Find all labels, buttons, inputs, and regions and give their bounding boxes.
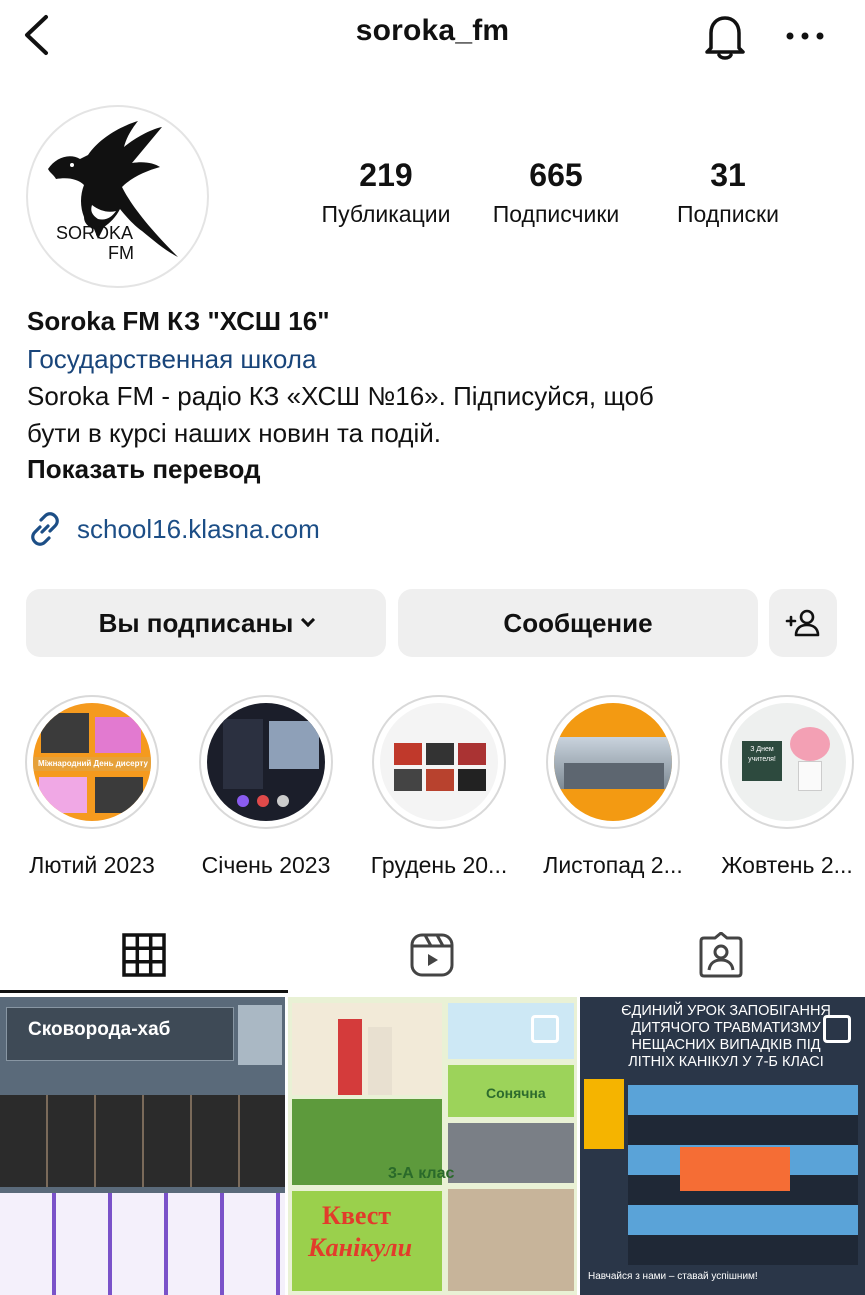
profile-avatar[interactable]: SOROKA FM [26,105,209,288]
highlight-cover [554,703,672,821]
tab-tagged[interactable] [577,915,865,995]
tab-posts-grid[interactable] [0,915,288,995]
profile-display-name: Soroka FM КЗ "ХСШ 16" [27,306,330,336]
post-text: Сонячна [486,1085,546,1101]
post-footer: Навчайся з нами – ставай успішним! [588,1271,758,1282]
message-button-label: Сообщение [503,607,653,638]
more-icon [786,32,824,40]
highlight-ring [372,695,506,829]
show-translation-link[interactable]: Показать перевод [27,450,847,488]
chevron-left-icon [25,15,48,55]
profile-category[interactable]: Государственная школа [27,340,847,378]
highlight-ring [199,695,333,829]
post-text: Канікули [308,1233,413,1262]
following-count[interactable]: 31 Подписки [648,155,808,233]
following-value: 31 [710,157,746,193]
active-tab-indicator [0,990,288,993]
post-text: Квест [322,1201,392,1230]
reels-icon [410,933,454,977]
posts-value: 219 [359,157,413,193]
post-heading-line: НЕЩАСНИХ ВИПАДКІВ ПІД [631,1037,821,1053]
notifications-button[interactable] [696,10,754,62]
website-link[interactable]: school16.klasna.com [27,509,847,549]
logo-text-line2: FM [108,243,134,263]
magpie-logo: SOROKA FM [48,121,178,263]
highlight-label: Жовтень 2... [721,852,853,878]
highlight-label: Лютий 2023 [29,852,155,878]
carousel-icon [531,1015,559,1043]
profile-tabs [0,915,865,995]
highlight-card: З Днем учителя! [742,741,782,781]
more-options-button[interactable] [778,14,832,58]
tagged-icon [699,932,743,978]
highlight-cover: Міжнародний День дисерту [33,703,151,821]
followers-count[interactable]: 665 Подписчики [476,155,636,233]
highlight-label: Грудень 20... [370,852,508,878]
carousel-icon [823,1015,851,1043]
followers-label: Подписчики [492,201,620,227]
highlight-sichen-2023[interactable]: Січень 2023 [196,695,336,878]
highlight-label: Січень 2023 [201,852,331,878]
back-button[interactable] [14,12,58,58]
post-tile[interactable]: ЄДИНИЙ УРОК ЗАПОБІГАННЯ ДИТЯЧОГО ТРАВМАТ… [580,997,865,1295]
following-button[interactable]: Вы подписаны [26,589,386,657]
profile-bio: Soroka FM КЗ "ХСШ 16" Государственная шк… [27,302,847,549]
highlight-lystopad[interactable]: Листопад 2... [543,695,683,878]
post-heading-line: ЛІТНІХ КАНІКУЛ У 7-Б КЛАСІ [628,1054,824,1070]
logo-text-line1: SOROKA [56,223,133,243]
bio-line-1: Soroka FM - радіо КЗ «ХСШ №16». Підписуй… [27,381,654,411]
tab-reels[interactable] [288,915,576,995]
highlight-ring: З Днем учителя! [720,695,854,829]
message-button[interactable]: Сообщение [398,589,758,657]
highlight-zhovten[interactable]: З Днем учителя! Жовтень 2... [717,695,857,878]
highlight-banner: Міжнародний День дисерту [33,757,151,771]
post-title: Сковорода-хаб [28,1019,171,1040]
chevron-down-icon [301,612,316,628]
bell-icon [705,16,745,60]
post-text: 3-А клас [388,1165,455,1182]
highlight-label: Листопад 2... [543,852,683,878]
followers-value: 665 [529,157,583,193]
post-heading-line: ЄДИНИЙ УРОК ЗАПОБІГАННЯ [621,1003,831,1019]
highlight-lyutyi-2023[interactable]: Міжнародний День дисерту Лютий 2023 [22,695,162,878]
highlight-cover [380,703,498,821]
highlight-gruden[interactable]: Грудень 20... [369,695,509,878]
add-person-icon [785,609,820,637]
link-icon [31,512,59,546]
highlight-cover: З Днем учителя! [728,703,846,821]
posts-label: Публикации [321,201,451,227]
profile-stats: 219 Публикации 665 Подписчики 31 Подписк… [300,155,820,235]
website-url: school16.klasna.com [77,513,320,544]
post-tile[interactable]: Сонячна 3-А клас Квест Канікули [288,997,577,1295]
highlight-ring: Міжнародний День дисерту [25,695,159,829]
top-bar: soroka_fm [0,0,865,72]
bio-line-2: бути в курсі наших новин та подій. [27,418,441,448]
posts-count[interactable]: 219 Публикации [306,155,466,233]
following-button-label: Вы подписаны [98,607,294,638]
post-heading-line: ДИТЯЧОГО ТРАВМАТИЗМУ [631,1020,821,1036]
posts-grid: Сковорода-хаб Сонячна 3-А клас Квест Кан… [0,997,865,1295]
following-label: Подписки [677,201,779,227]
suggested-people-button[interactable] [769,589,837,657]
highlight-cover [207,703,325,821]
highlight-ring [546,695,680,829]
grid-icon [122,933,166,977]
post-tile[interactable]: Сковорода-хаб [0,997,285,1295]
